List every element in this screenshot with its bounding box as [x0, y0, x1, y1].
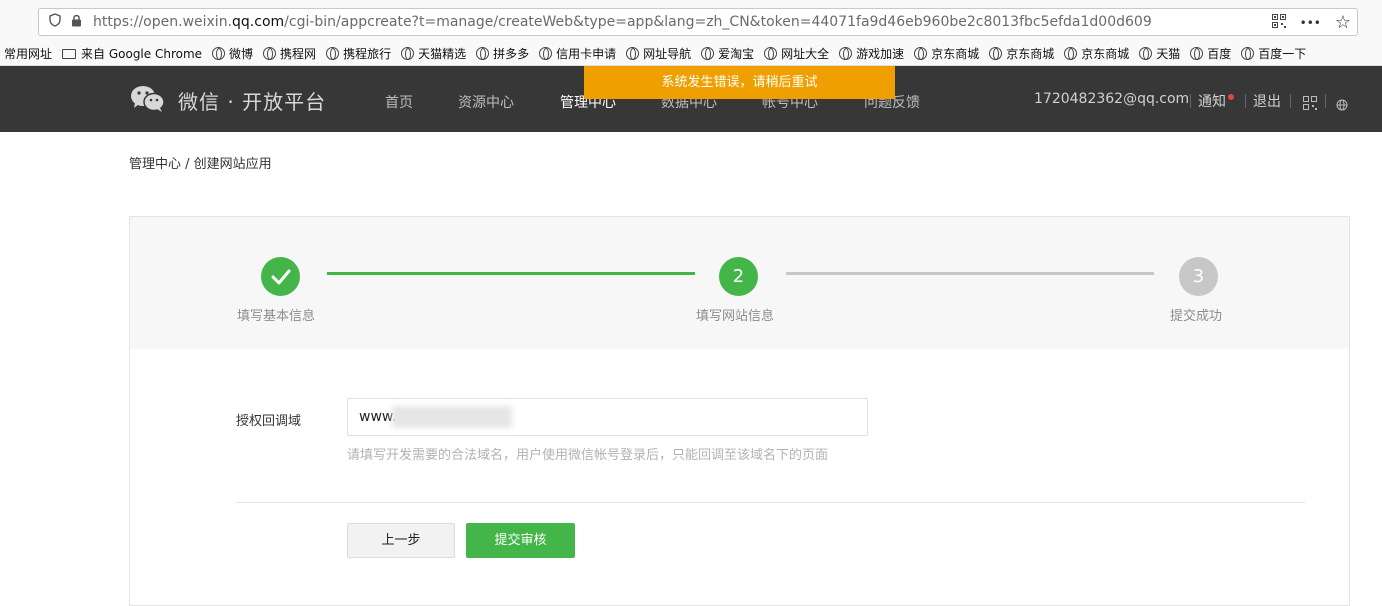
- bookmark-folder[interactable]: 来自 Google Chrome: [62, 45, 202, 62]
- divider: [1245, 94, 1246, 108]
- callback-domain-value: www.: [359, 409, 397, 425]
- submit-review-button[interactable]: 提交审核: [466, 523, 575, 558]
- wechat-logo-icon[interactable]: [130, 84, 166, 114]
- bookmark-item[interactable]: 网址导航: [626, 45, 691, 62]
- step-connector-pending: [786, 272, 1154, 275]
- breadcrumb: 管理中心 / 创建网站应用: [129, 157, 272, 172]
- globe-icon: [914, 47, 928, 60]
- step-progress: 2 3 填写基本信息 填写网站信息 提交成功: [130, 217, 1349, 349]
- logout-link[interactable]: 退出: [1253, 91, 1281, 111]
- step-1-label: 填写基本信息: [237, 309, 316, 324]
- notice-link[interactable]: 通知: [1198, 91, 1226, 111]
- folder-icon: [62, 48, 77, 59]
- divider: [1325, 94, 1326, 108]
- bookmark-item[interactable]: 拼多多: [476, 45, 529, 62]
- bookmark-item[interactable]: 百度: [1190, 45, 1231, 62]
- qr-code-icon[interactable]: [1271, 13, 1286, 32]
- step-1-check-icon: [261, 257, 300, 296]
- step-connector-done: [327, 272, 695, 275]
- redacted-text: [392, 406, 512, 428]
- step-2-circle: 2: [719, 257, 758, 296]
- globe-icon: [476, 47, 490, 60]
- more-actions-button[interactable]: •••: [1300, 16, 1321, 30]
- qr-code-icon[interactable]: [1303, 95, 1317, 114]
- browser-toolbar: https://open.weixin.qq.com/cgi-bin/appcr…: [0, 0, 1382, 42]
- globe-icon[interactable]: [1336, 96, 1348, 115]
- step-2-label: 填写网站信息: [696, 309, 775, 324]
- url-text[interactable]: https://open.weixin.qq.com/cgi-bin/appcr…: [93, 14, 1152, 30]
- bookmark-star-icon[interactable]: ☆: [1335, 12, 1351, 33]
- bookmarks-bar: 常用网址 来自 Google Chrome 微博 携程网 携程旅行 天猫精选 拼…: [0, 42, 1382, 66]
- bookmark-item[interactable]: 百度一下: [1241, 45, 1306, 62]
- divider: [1190, 94, 1191, 108]
- bookmark-item[interactable]: 京东商城: [914, 45, 979, 62]
- globe-icon: [1190, 47, 1204, 60]
- callback-domain-hint: 请填写开发需要的合法域名，用户使用微信帐号登录后，只能回调至该域名下的页面: [347, 448, 829, 463]
- globe-icon: [1064, 47, 1078, 60]
- bookmark-item[interactable]: 携程旅行: [326, 45, 391, 62]
- notice-badge: [1228, 94, 1234, 100]
- globe-icon: [1139, 47, 1153, 60]
- globe-icon: [326, 47, 340, 60]
- globe-icon: [839, 47, 853, 60]
- callback-domain-input[interactable]: www.: [347, 398, 868, 436]
- nav-item-resources[interactable]: 资源中心: [458, 92, 514, 112]
- bookmark-item[interactable]: 信用卡申请: [539, 45, 616, 62]
- bookmark-item[interactable]: 微博: [212, 45, 253, 62]
- bookmark-item[interactable]: 网址大全: [764, 45, 829, 62]
- globe-icon: [701, 47, 715, 60]
- platform-title[interactable]: 微信 · 开放平台: [178, 86, 326, 115]
- globe-icon: [401, 47, 415, 60]
- lock-icon[interactable]: [67, 14, 85, 30]
- bookmark-item[interactable]: 携程网: [263, 45, 316, 62]
- step-3-label: 提交成功: [1170, 309, 1223, 324]
- nav-item-home[interactable]: 首页: [385, 92, 413, 112]
- shield-icon[interactable]: [43, 13, 67, 31]
- divider: [1290, 94, 1291, 108]
- globe-icon: [989, 47, 1003, 60]
- callback-domain-label: 授权回调域: [236, 414, 302, 429]
- step-3-circle: 3: [1179, 257, 1218, 296]
- globe-icon: [1241, 47, 1255, 60]
- globe-icon: [626, 47, 640, 60]
- bookmark-item[interactable]: 爱淘宝: [701, 45, 754, 62]
- form-divider: [236, 502, 1305, 503]
- globe-icon: [263, 47, 277, 60]
- globe-icon: [539, 47, 553, 60]
- bookmark-item[interactable]: 京东商城: [989, 45, 1054, 62]
- previous-step-button[interactable]: 上一步: [347, 523, 455, 558]
- address-bar[interactable]: https://open.weixin.qq.com/cgi-bin/appcr…: [38, 8, 1358, 36]
- bookmark-item[interactable]: 天猫: [1139, 45, 1180, 62]
- bookmark-item[interactable]: 游戏加速: [839, 45, 904, 62]
- create-app-panel: 2 3 填写基本信息 填写网站信息 提交成功 授权回调域 www. 请填写开发需…: [129, 216, 1350, 606]
- bookmark-item[interactable]: 京东商城: [1064, 45, 1129, 62]
- bookmark-item[interactable]: 天猫精选: [401, 45, 466, 62]
- bookmark-item[interactable]: 常用网址: [4, 45, 52, 62]
- error-toast: 系统发生错误，请稍后重试: [584, 66, 895, 99]
- user-email[interactable]: 1720482362@qq.com: [1034, 91, 1189, 107]
- globe-icon: [212, 47, 226, 60]
- globe-icon: [764, 47, 778, 60]
